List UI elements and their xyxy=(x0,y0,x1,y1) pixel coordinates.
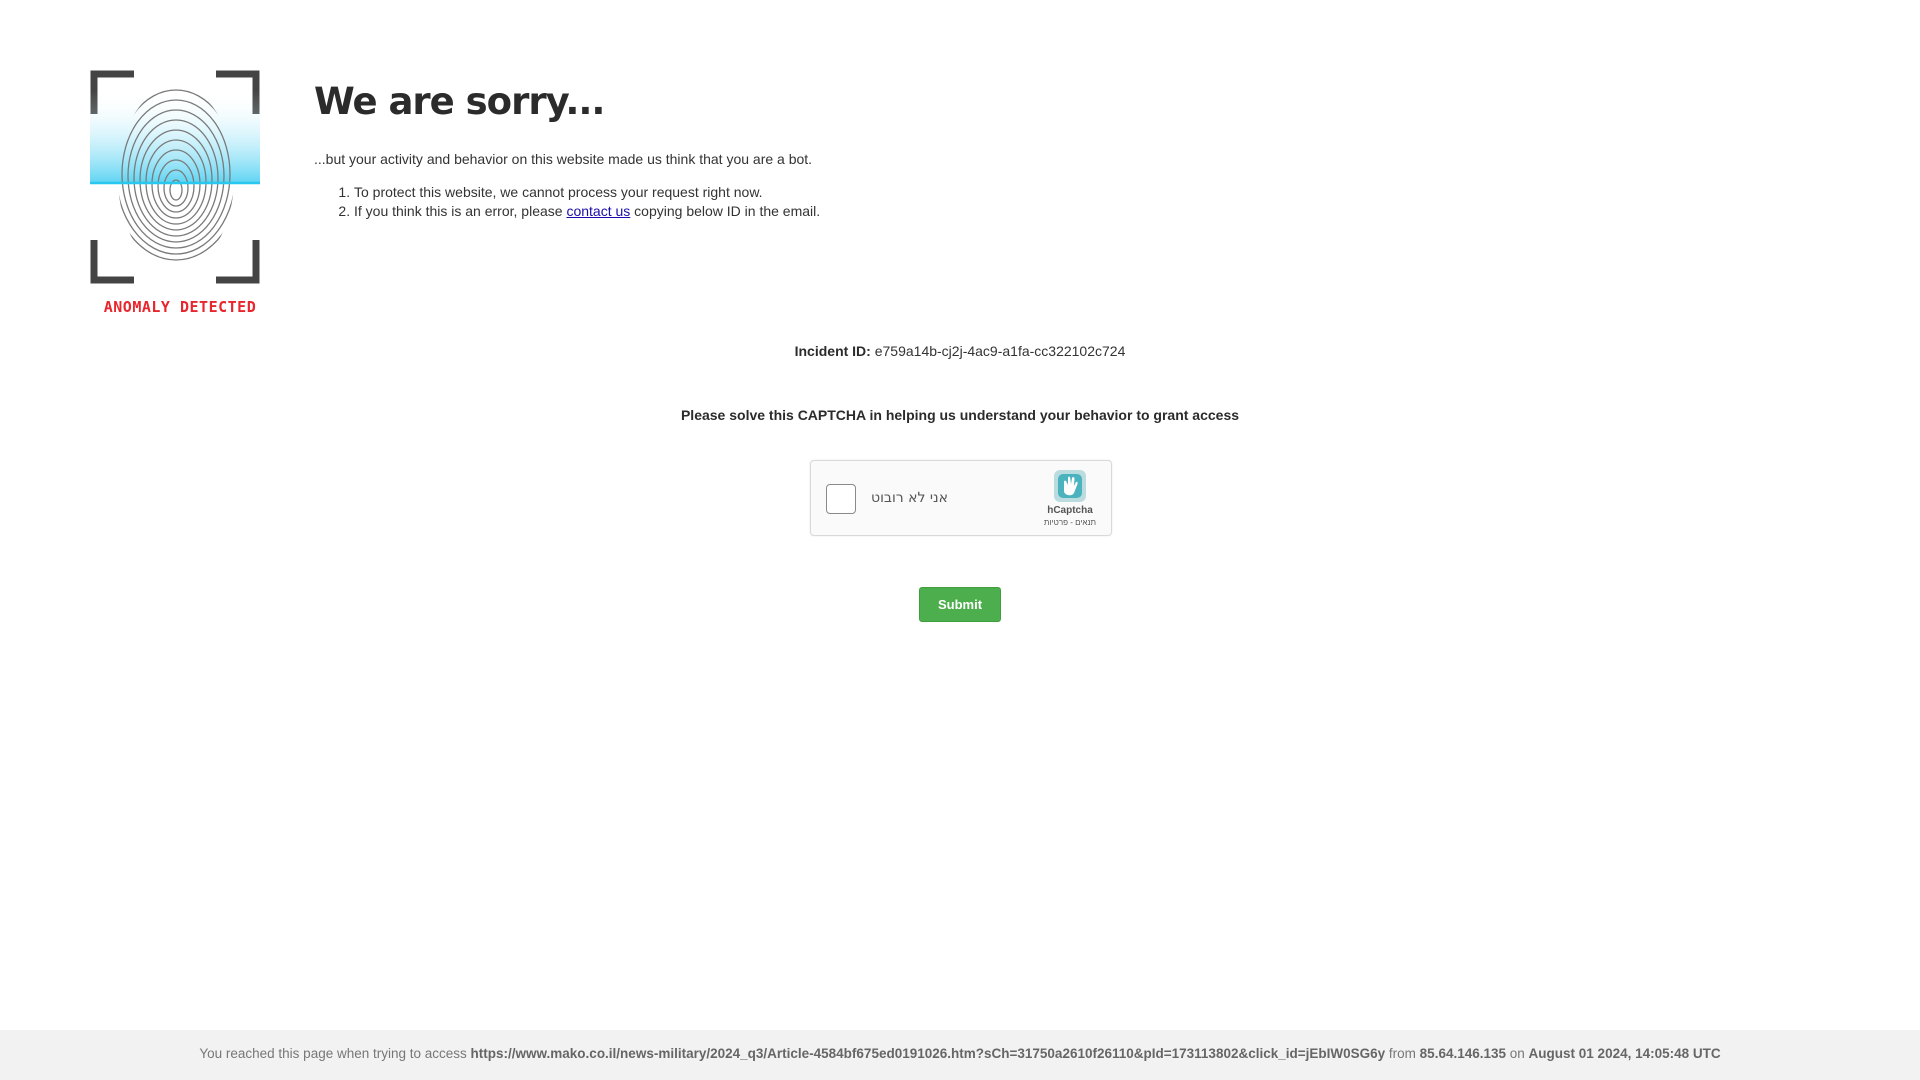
intro-text: ...but your activity and behavior on thi… xyxy=(314,151,813,167)
captcha-label: אני לא רובוט xyxy=(871,490,949,506)
incident-label: Incident ID: xyxy=(794,343,871,359)
anomaly-caption: ANOMALY DETECTED xyxy=(103,298,257,316)
reasons-list: To protect this website, we cannot proce… xyxy=(354,183,1214,221)
footer-info: You reached this page when trying to acc… xyxy=(0,1030,1920,1080)
incident-id: Incident ID: e759a14b-cj2j-4ac9-a1fa-cc3… xyxy=(0,343,1920,359)
list-item: To protect this website, we cannot proce… xyxy=(354,183,1214,202)
hcaptcha-widget: אני לא רובוט hCaptcha תנאים - פרטיות xyxy=(810,460,1112,536)
list-item: If you think this is an error, please co… xyxy=(354,202,1214,221)
captcha-links[interactable]: תנאים - פרטיות xyxy=(1037,518,1103,527)
captcha-brand: hCaptcha תנאים - פרטיות xyxy=(1037,469,1103,527)
message-content: We are sorry... ...but your activity and… xyxy=(314,80,1214,221)
hcaptcha-logo-icon xyxy=(1054,470,1086,502)
footer-from: from xyxy=(1385,1046,1420,1061)
fingerprint-scan-icon xyxy=(90,70,260,284)
footer-prefix: You reached this page when trying to acc… xyxy=(199,1046,471,1061)
submit-button[interactable]: Submit xyxy=(919,587,1001,622)
incident-value: e759a14b-cj2j-4ac9-a1fa-cc322102c724 xyxy=(874,343,1126,359)
reason-text: To protect this website, we cannot proce… xyxy=(354,184,763,200)
captcha-instruction: Please solve this CAPTCHA in helping us … xyxy=(680,407,1240,423)
page-title: We are sorry... xyxy=(314,80,606,123)
footer-url: https://www.mako.co.il/news-military/202… xyxy=(470,1046,1386,1061)
footer-on: on xyxy=(1506,1046,1529,1061)
reason-text: If you think this is an error, please xyxy=(354,203,567,219)
reason-text: copying below ID in the email. xyxy=(630,203,821,219)
anomaly-logo: ANOMALY DETECTED xyxy=(90,70,270,320)
captcha-checkbox[interactable] xyxy=(826,484,856,514)
footer-ip: 85.64.146.135 xyxy=(1419,1046,1507,1061)
contact-us-link[interactable]: contact us xyxy=(566,203,630,219)
captcha-brand-name: hCaptcha xyxy=(1047,505,1093,516)
footer-datetime: August 01 2024, 14:05:48 UTC xyxy=(1528,1046,1721,1061)
